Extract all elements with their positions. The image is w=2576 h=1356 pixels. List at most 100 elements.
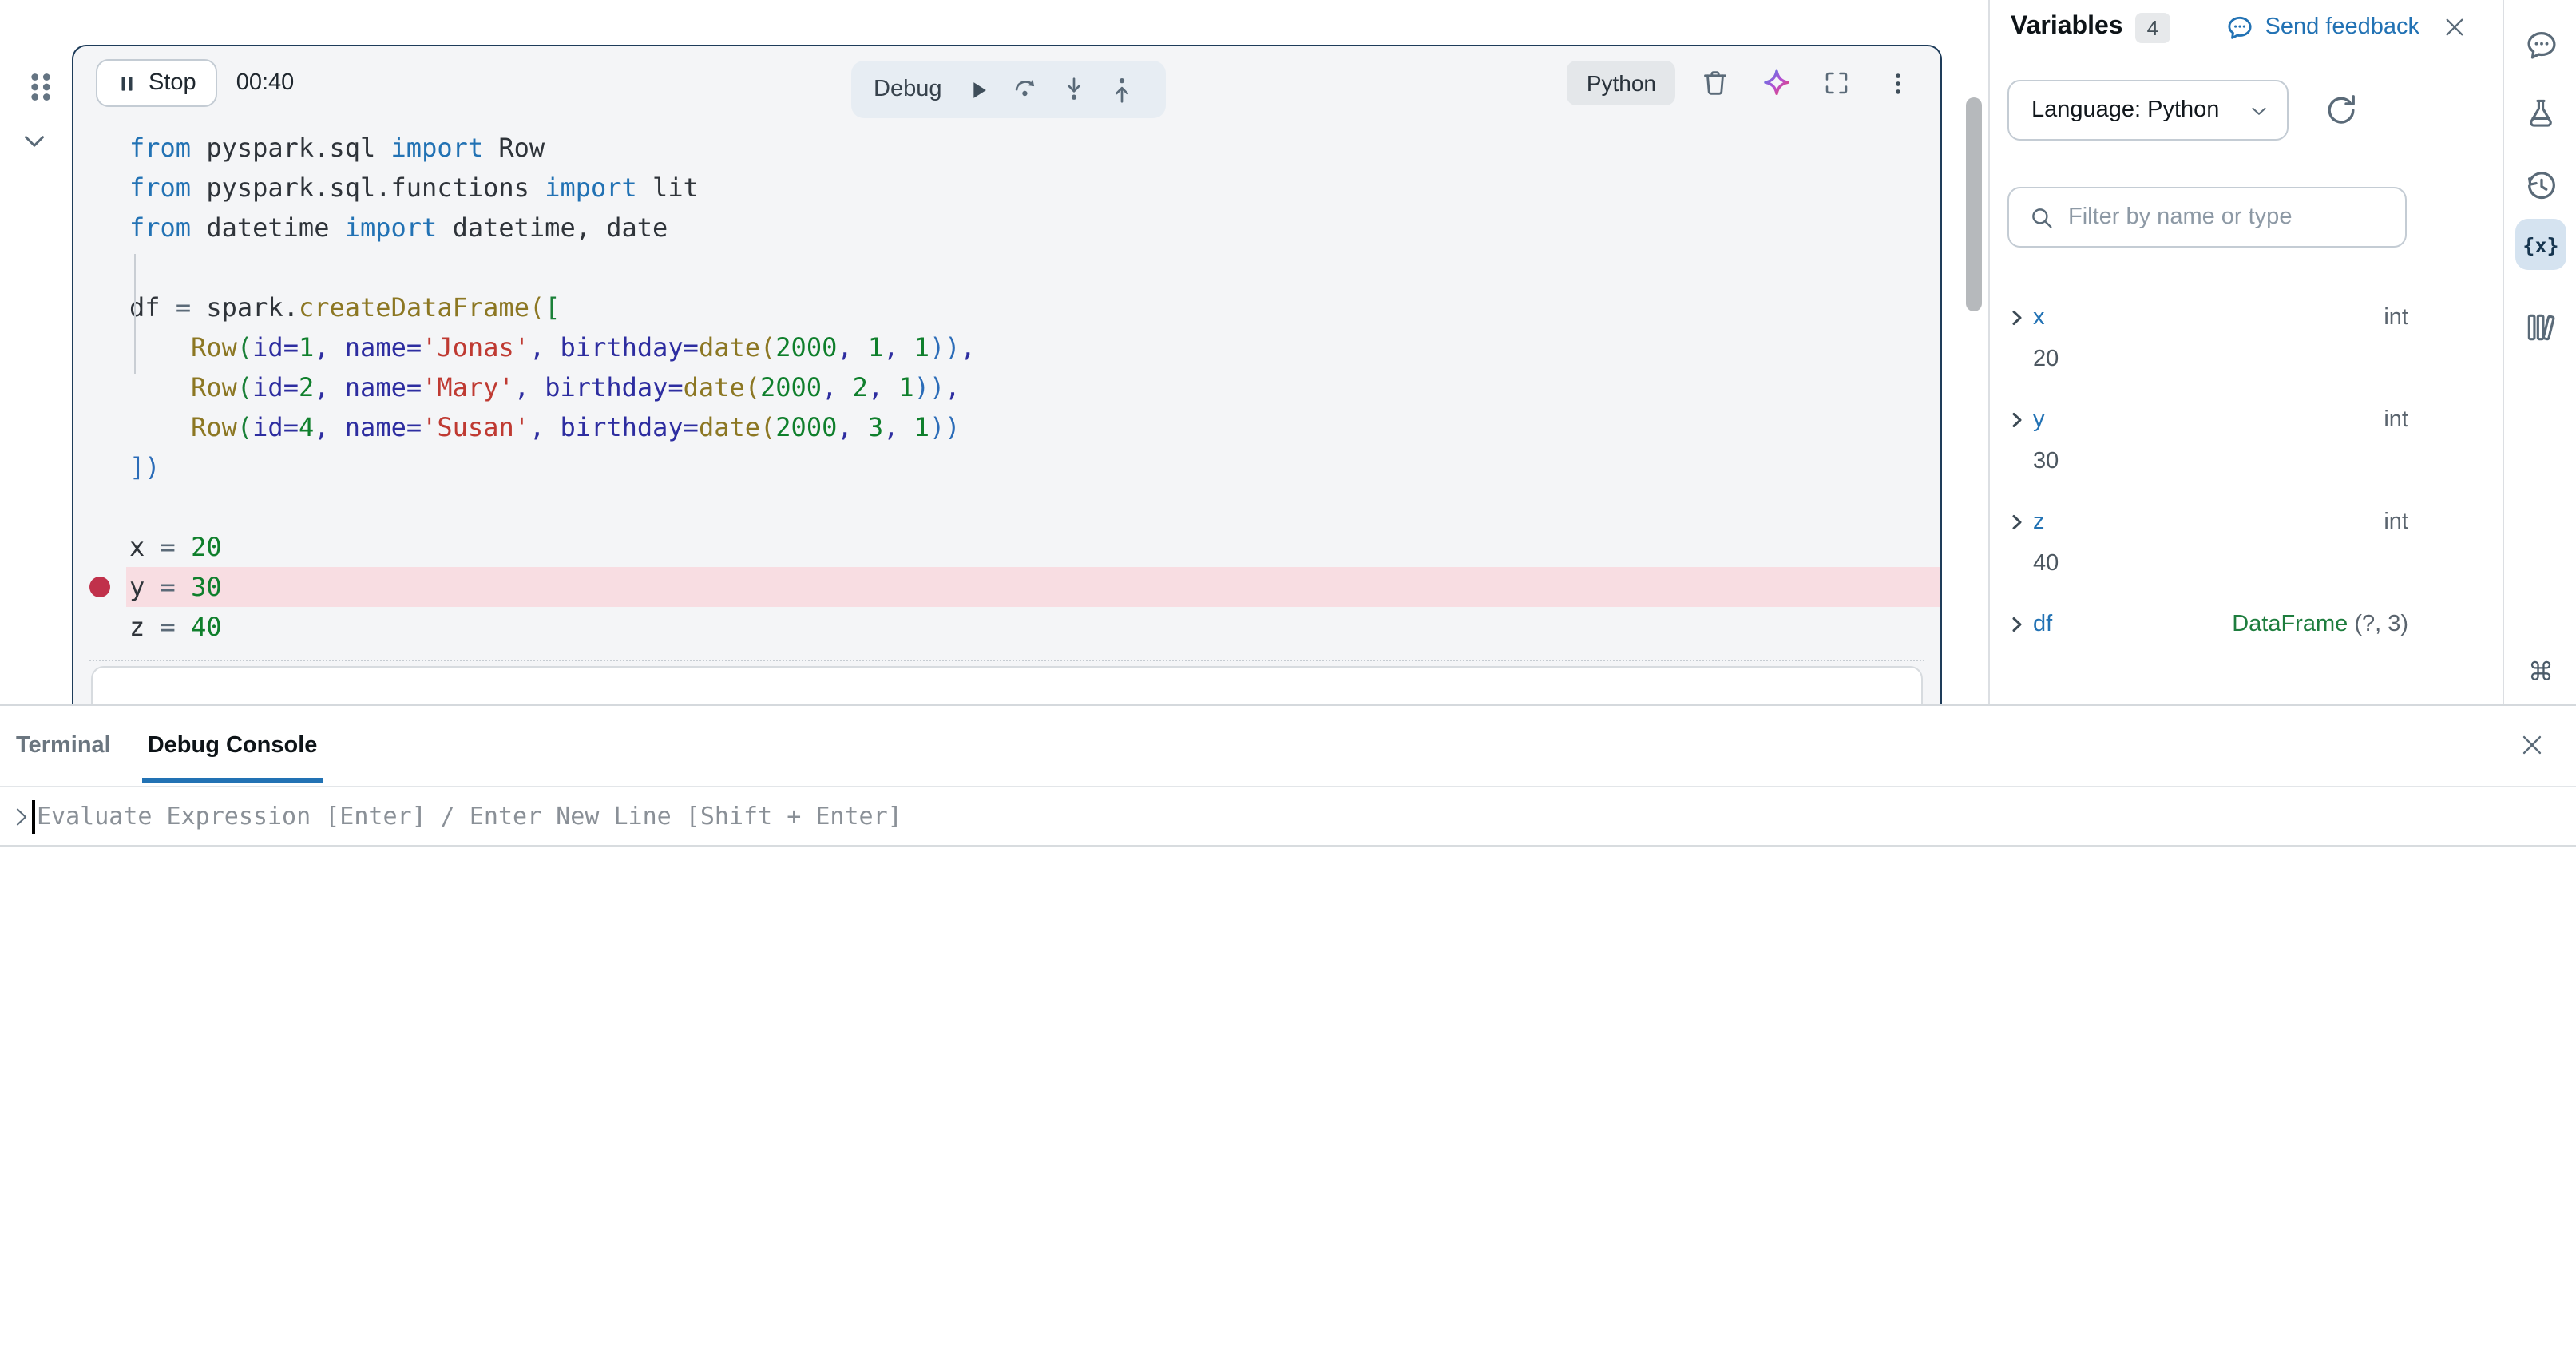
- code-line: z = 40: [73, 607, 1940, 647]
- variable-item-df: df DataFrame (?, 3): [1990, 604, 2408, 645]
- bottom-panel-tabs: Terminal Debug Console: [0, 706, 2576, 787]
- code-line: from pyspark.sql.functions import lit: [73, 168, 1940, 208]
- notebook-cell: Stop 00:40 Debug: [72, 45, 1942, 704]
- variable-explorer-icon[interactable]: {x}: [2515, 219, 2566, 270]
- command-palette-icon[interactable]: ⌘: [2515, 647, 2566, 698]
- text-cursor: [32, 800, 34, 834]
- notebook-scrollbar[interactable]: [1966, 97, 1982, 311]
- play-icon: [965, 76, 992, 103]
- app-window: Stop 00:40 Debug: [0, 0, 2576, 1356]
- libraries-icon[interactable]: [2515, 302, 2566, 353]
- collapse-cell-icon[interactable]: [18, 125, 51, 158]
- bottom-panel: Terminal Debug Console Evaluate Expressi…: [0, 704, 2576, 1356]
- variable-item-y: y int 30: [1990, 399, 2408, 482]
- variables-count-badge: 4: [2136, 12, 2170, 42]
- debug-console-input[interactable]: Evaluate Expression [Enter] / Enter New …: [0, 787, 2576, 847]
- variable-row[interactable]: y int: [1990, 399, 2408, 441]
- cell-output-area: [91, 666, 1923, 704]
- variable-name: y: [2033, 407, 2045, 433]
- code-line: x = 20: [73, 527, 1940, 567]
- code-editor[interactable]: from pyspark.sql import Rowfrom pyspark.…: [73, 120, 1940, 660]
- variable-row[interactable]: x int: [1990, 297, 2408, 339]
- chevron-right-icon: [2007, 615, 2027, 634]
- step-out-button[interactable]: [1101, 69, 1143, 110]
- delete-cell-button[interactable]: [1694, 62, 1736, 104]
- variables-panel: Variables 4 Send feedback Language: Pyth…: [1988, 0, 2503, 704]
- variable-type: int: [2384, 305, 2408, 331]
- version-history-icon[interactable]: [2515, 160, 2566, 211]
- execution-timer: 00:40: [236, 70, 295, 96]
- variable-type: int: [2384, 509, 2408, 535]
- variables-language-select[interactable]: Language: Python: [2007, 80, 2289, 141]
- debug-toolbar: Debug: [851, 61, 1165, 118]
- code-line: from pyspark.sql import Row: [73, 128, 1940, 168]
- refresh-variables-button[interactable]: [2322, 91, 2360, 129]
- search-icon: [2028, 204, 2055, 231]
- debug-label: Debug: [874, 77, 941, 102]
- variables-list: x int 20 y int 30 z int 40 df DataFrame (?, 3): [1990, 297, 2408, 664]
- step-into-icon: [1059, 74, 1089, 105]
- code-line: Row(id=2, name='Mary', birthday=date(200…: [73, 367, 1940, 407]
- stop-button[interactable]: Stop: [96, 59, 217, 107]
- chevron-right-icon: [2007, 513, 2027, 532]
- variables-filter[interactable]: [2007, 187, 2407, 248]
- code-line: ]): [73, 447, 1940, 487]
- variables-filter-input[interactable]: [2068, 204, 2389, 230]
- variable-item-x: x int 20: [1990, 297, 2408, 380]
- send-feedback-label: Send feedback: [2265, 14, 2420, 40]
- close-bottom-panel-button[interactable]: [2511, 724, 2552, 765]
- pause-icon: [117, 73, 137, 93]
- fullscreen-button[interactable]: [1816, 62, 1857, 104]
- step-out-icon: [1107, 74, 1137, 105]
- fullscreen-icon: [1822, 69, 1851, 97]
- experiments-icon[interactable]: [2515, 88, 2566, 139]
- code-line: df = spark.createDataFrame([: [73, 287, 1940, 327]
- tab-debug-console[interactable]: Debug Console: [143, 710, 323, 782]
- stop-button-label: Stop: [149, 70, 196, 96]
- step-into-button[interactable]: [1053, 69, 1095, 110]
- right-icon-rail: {x} ⌘: [2503, 0, 2576, 704]
- cell-drag-handle-icon[interactable]: [21, 67, 61, 107]
- tab-terminal[interactable]: Terminal: [11, 710, 116, 782]
- close-icon: [2518, 731, 2545, 758]
- send-feedback-link[interactable]: Send feedback: [2225, 12, 2420, 42]
- variable-type: DataFrame (?, 3): [2232, 612, 2408, 637]
- ai-sparkle-icon: [1759, 66, 1793, 100]
- variable-item-z: z int 40: [1990, 502, 2408, 585]
- code-line: Row(id=1, name='Jonas', birthday=date(20…: [73, 327, 1940, 367]
- continue-button[interactable]: [957, 69, 999, 110]
- step-over-icon: [1011, 74, 1041, 105]
- step-over-button[interactable]: [1005, 69, 1047, 110]
- variable-value: 20: [1990, 339, 2408, 380]
- indent-guide: [134, 254, 136, 374]
- variable-row[interactable]: df DataFrame (?, 3): [1990, 604, 2408, 645]
- code-line: [73, 248, 1940, 287]
- variable-name: z: [2033, 509, 2045, 535]
- kebab-menu-icon: [1884, 69, 1911, 97]
- code-line: Row(id=4, name='Susan', birthday=date(20…: [73, 407, 1940, 447]
- variable-type: int: [2384, 407, 2408, 433]
- language-badge[interactable]: Python: [1567, 61, 1675, 105]
- code-line-current: y = 30: [73, 567, 1940, 607]
- cell-output-separator: [89, 660, 1924, 661]
- variables-language-label: Language: Python: [2031, 97, 2219, 123]
- code-line: from datetime import datetime, date: [73, 208, 1940, 248]
- console-placeholder: Evaluate Expression [Enter] / Enter New …: [37, 787, 902, 847]
- variable-row[interactable]: z int: [1990, 502, 2408, 543]
- variable-name: x: [2033, 305, 2045, 331]
- chevron-down-icon: [2247, 98, 2271, 122]
- chevron-right-icon: [2007, 308, 2027, 327]
- ai-assistant-button[interactable]: [1755, 62, 1797, 104]
- variable-value: 40: [1990, 543, 2408, 585]
- chevron-right-icon: [2007, 410, 2027, 430]
- variable-value: 30: [1990, 441, 2408, 482]
- close-variables-panel-button[interactable]: [2442, 14, 2467, 40]
- assistant-chat-icon[interactable]: [2515, 19, 2566, 70]
- breakpoint-dot[interactable]: [89, 577, 110, 597]
- prompt-chevron-icon: [10, 805, 34, 829]
- chat-feedback-icon: [2225, 12, 2256, 42]
- cell-menu-button[interactable]: [1877, 62, 1918, 104]
- variable-name: df: [2033, 612, 2052, 637]
- refresh-icon: [2322, 91, 2360, 129]
- trash-icon: [1699, 67, 1731, 99]
